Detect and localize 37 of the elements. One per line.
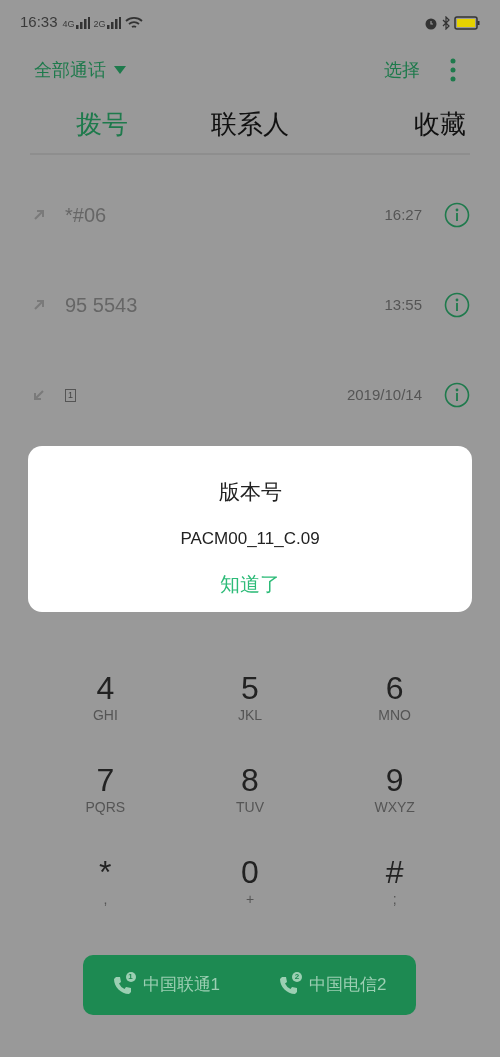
caret-icon [114, 66, 126, 74]
network-label: 2G [93, 19, 106, 29]
call-arrow-icon [33, 209, 45, 221]
sim-badge: 1 [65, 388, 76, 402]
battery-icon [454, 15, 480, 30]
call-arrow-icon [33, 389, 45, 401]
dial-key[interactable]: * , [33, 854, 178, 914]
dial-key[interactable]: 9 WXYZ [322, 762, 467, 822]
dial-key[interactable]: # ; [322, 854, 467, 914]
tab[interactable]: 收藏 [414, 104, 466, 144]
tab[interactable]: 联系人 [176, 104, 324, 144]
status-time: 16:33 [20, 12, 58, 33]
sim-number: 1 [125, 972, 136, 982]
phone-icon [279, 975, 299, 995]
dial-key[interactable]: 4 GHI [33, 670, 178, 730]
phone-icon [112, 975, 133, 995]
dial-key[interactable]: 6 MNO [322, 670, 467, 730]
bluetooth-icon [442, 15, 450, 30]
call-time: 13:55 [384, 294, 422, 315]
call-arrow-icon [33, 299, 45, 311]
dial-key[interactable]: 7 PQRS [33, 762, 178, 822]
more-icon[interactable] [450, 58, 456, 82]
sim-number: 2 [292, 972, 302, 982]
signal-icon [106, 16, 121, 29]
dial-key[interactable]: 5 JKL [177, 670, 323, 730]
info-icon[interactable] [444, 202, 470, 228]
wifi-icon [124, 15, 143, 30]
network-label: 4G [62, 19, 75, 29]
info-icon[interactable] [444, 292, 470, 318]
dial-key[interactable]: 0 + [177, 854, 323, 914]
dial-key[interactable]: 8 TUV [177, 762, 323, 822]
call-time: 16:27 [384, 204, 422, 225]
dialog-title: 版本号 [218, 479, 282, 505]
dialog-message: PACM00_11_C.09 [180, 527, 320, 550]
call-time: 2019/10/14 [346, 384, 422, 405]
info-icon[interactable] [444, 382, 470, 408]
signal-icon [75, 16, 90, 29]
